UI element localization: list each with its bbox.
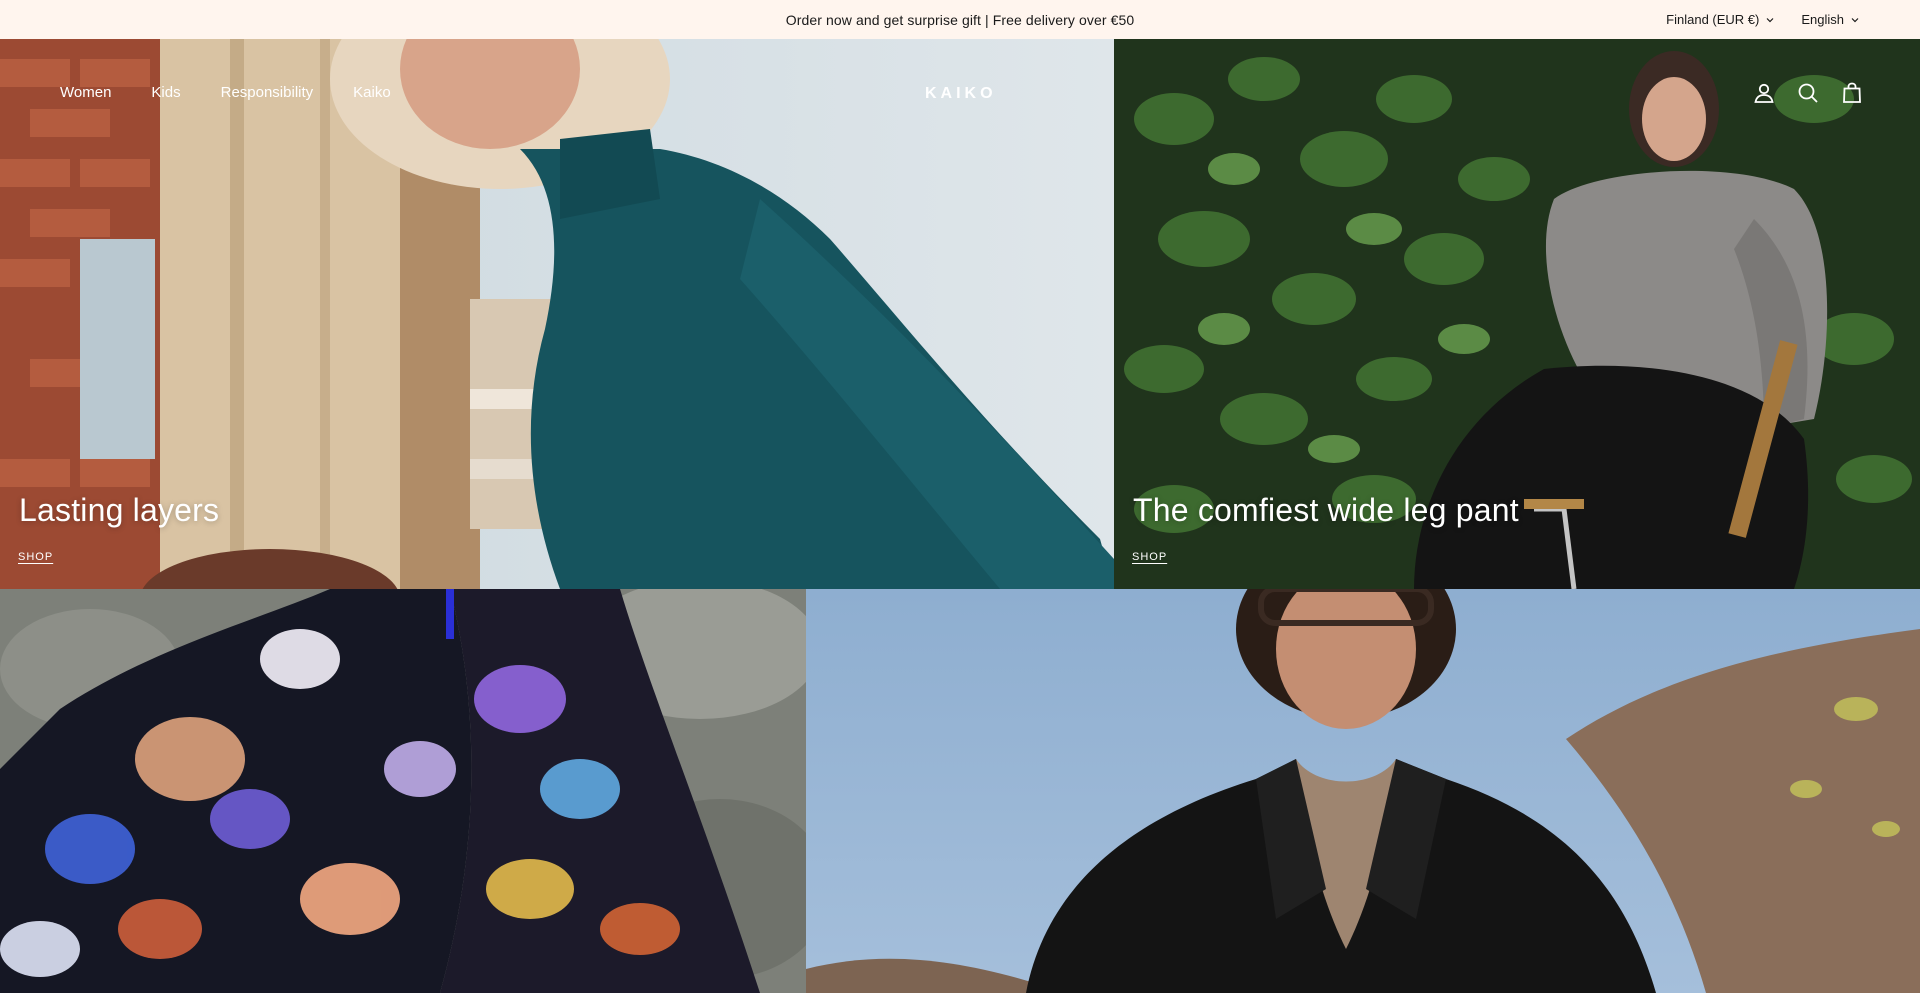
nav-item-kids[interactable]: Kids bbox=[151, 84, 180, 101]
hero-caption: The comfiest wide leg pant SHOP bbox=[1132, 492, 1519, 565]
shop-link[interactable]: SHOP bbox=[1132, 551, 1167, 563]
language-selector[interactable]: English bbox=[1801, 12, 1860, 27]
hero-title: Lasting layers bbox=[19, 492, 220, 528]
main-nav: Women Kids Responsibility Kaiko bbox=[60, 84, 391, 101]
shop-link[interactable]: SHOP bbox=[18, 551, 53, 563]
site-header: Women Kids Responsibility Kaiko KAIKO bbox=[0, 39, 1920, 149]
country-selector[interactable]: Finland (EUR €) bbox=[1666, 12, 1775, 27]
locale-selectors: Finland (EUR €) English bbox=[1666, 0, 1860, 39]
account-icon[interactable] bbox=[1752, 81, 1776, 105]
header-icons bbox=[1752, 81, 1864, 105]
hero-tile-blazer[interactable] bbox=[806, 589, 1920, 993]
announcement-bar: Order now and get surprise gift | Free d… bbox=[0, 0, 1920, 39]
cart-icon[interactable] bbox=[1840, 81, 1864, 105]
language-label: English bbox=[1801, 12, 1844, 27]
hero-grid: Lasting layers SHOP The comfiest wide le… bbox=[0, 39, 1920, 993]
nav-item-responsibility[interactable]: Responsibility bbox=[221, 84, 314, 101]
search-icon[interactable] bbox=[1796, 81, 1820, 105]
country-label: Finland (EUR €) bbox=[1666, 12, 1760, 27]
announcement-message: Order now and get surprise gift | Free d… bbox=[785, 11, 1135, 28]
nav-item-kaiko[interactable]: Kaiko bbox=[353, 84, 391, 101]
hero-image-floral-dress bbox=[0, 589, 806, 993]
hero-image-black-blazer bbox=[806, 589, 1920, 993]
chevron-down-icon bbox=[1766, 17, 1774, 22]
hero-title: The comfiest wide leg pant bbox=[1133, 492, 1519, 528]
nav-item-women[interactable]: Women bbox=[60, 84, 111, 101]
hero-caption: Lasting layers SHOP bbox=[18, 492, 220, 565]
site-logo[interactable]: KAIKO bbox=[925, 85, 997, 103]
hero-tile-floral-print[interactable] bbox=[0, 589, 806, 993]
chevron-down-icon bbox=[1851, 17, 1859, 22]
